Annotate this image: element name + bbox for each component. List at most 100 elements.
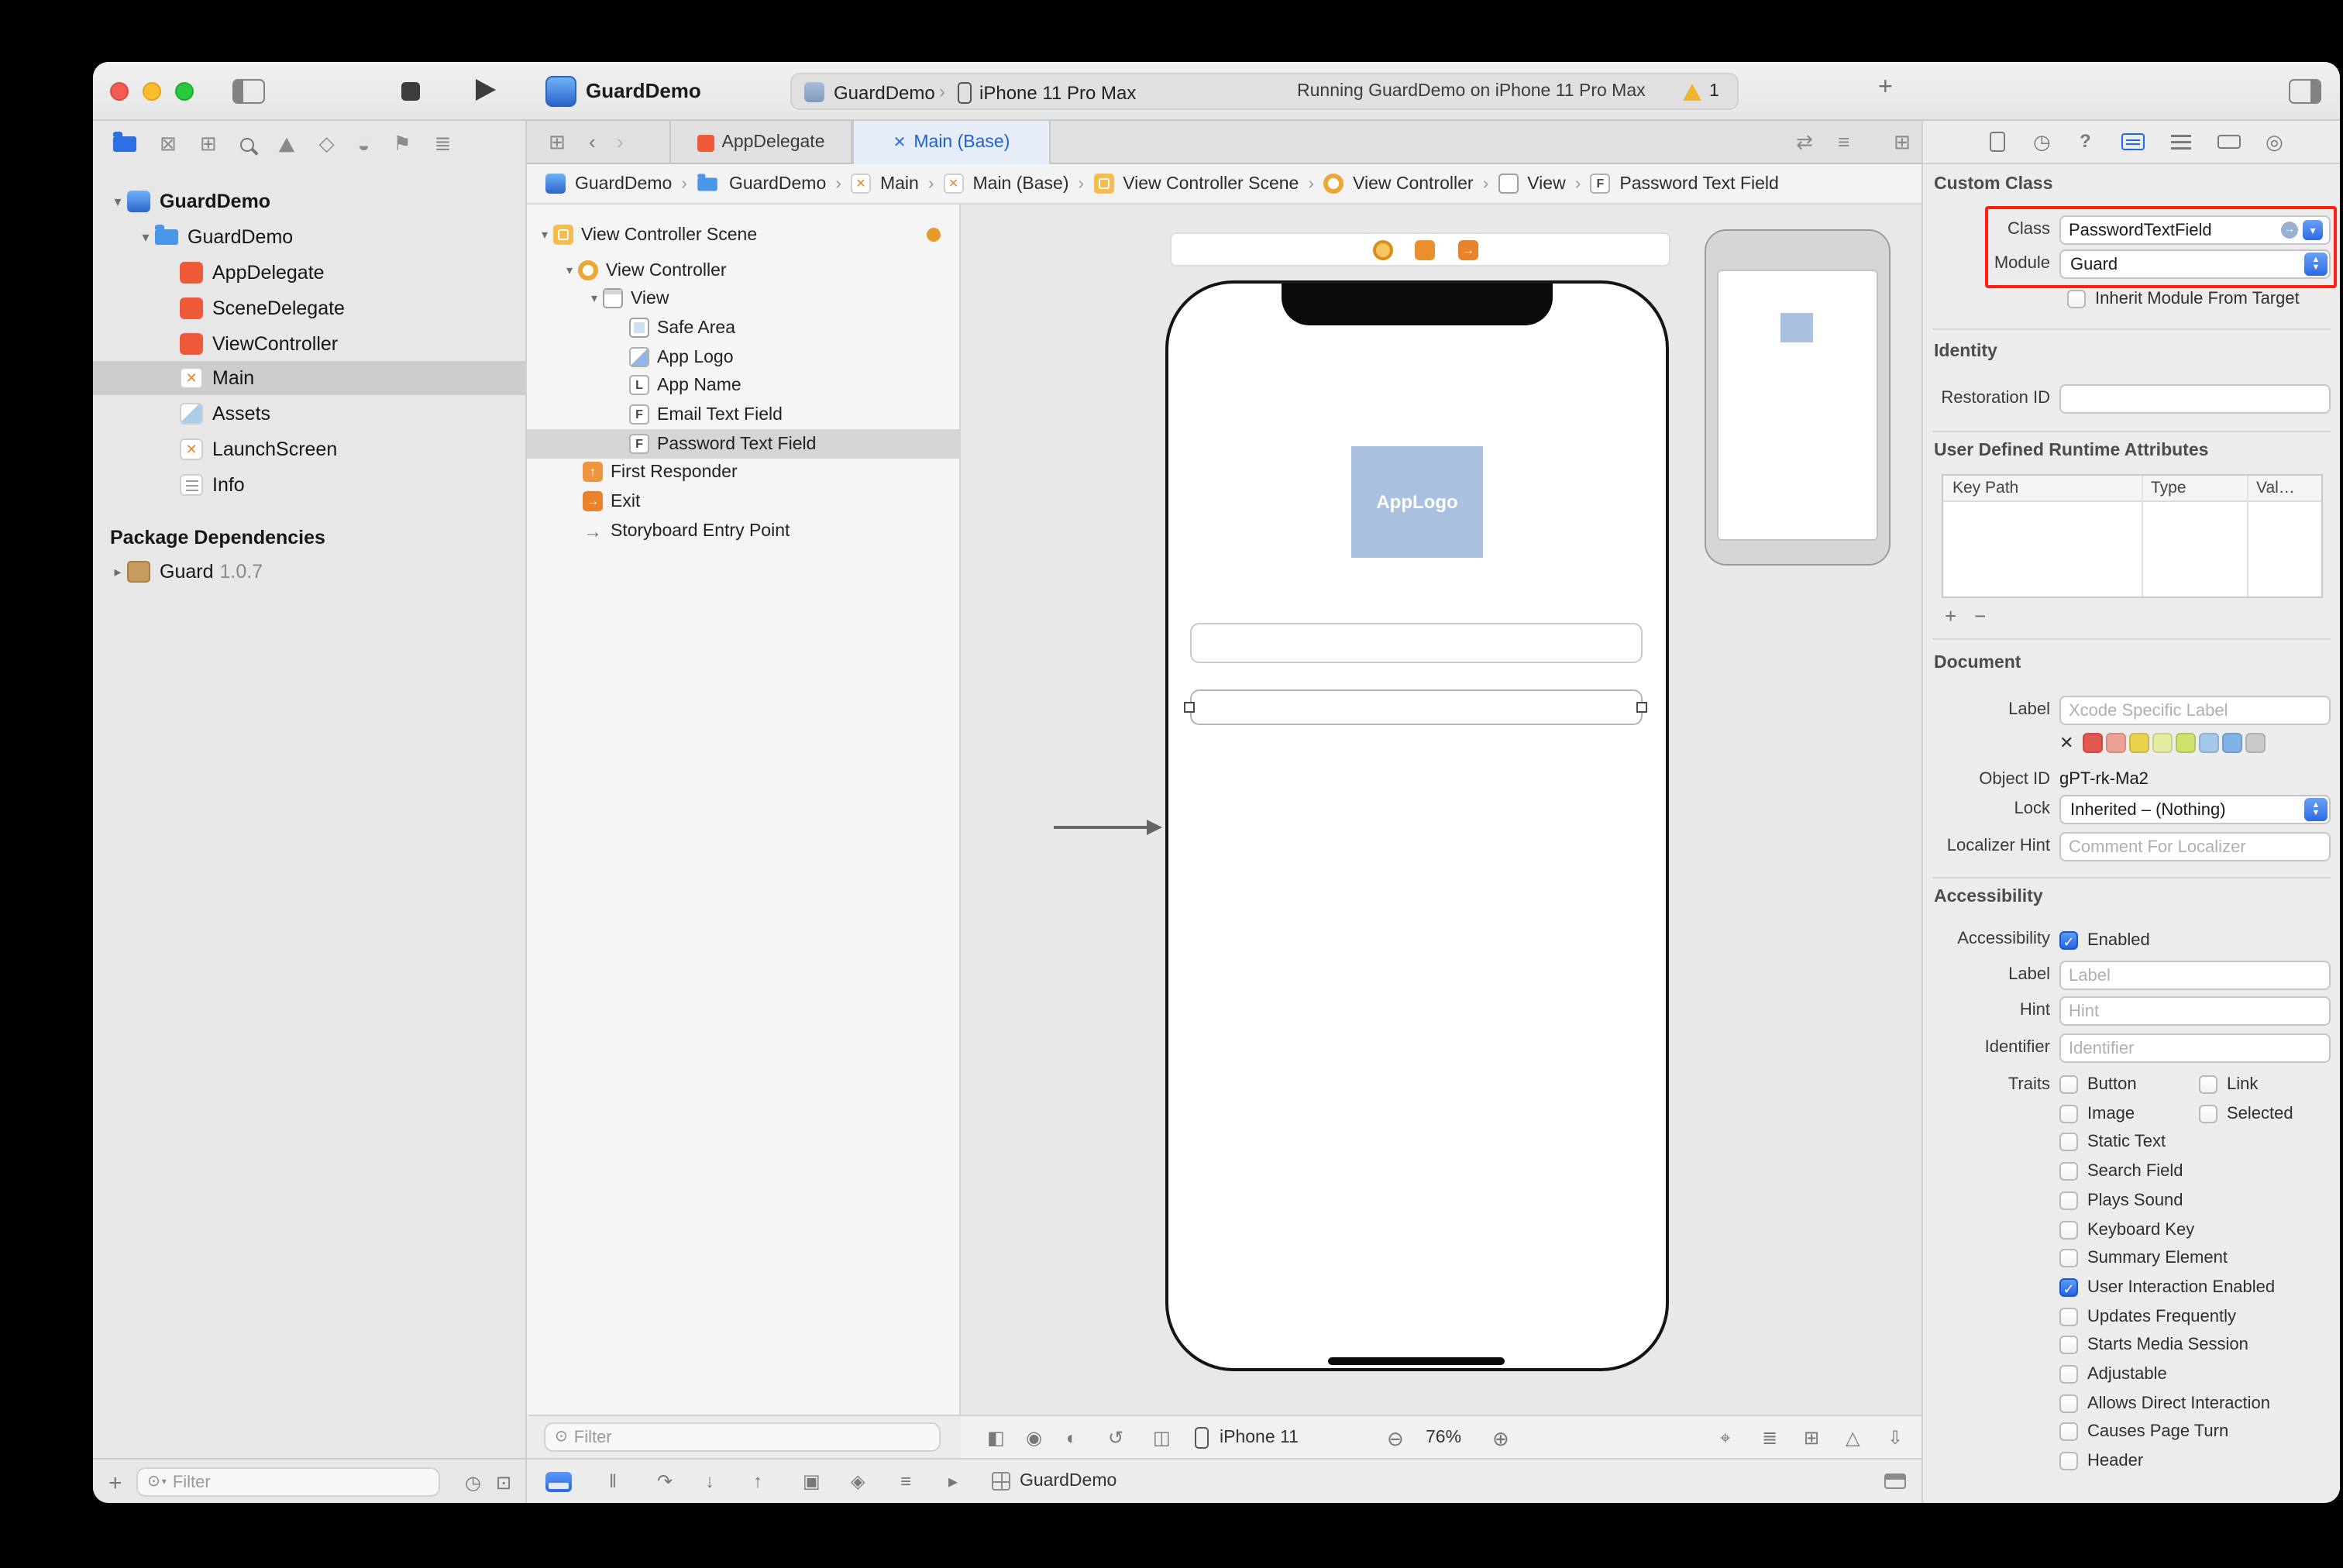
trait-adjustable[interactable]: Adjustable: [2059, 1363, 2167, 1385]
file-row-group[interactable]: ▾ GuardDemo: [93, 220, 525, 254]
email-text-field-view[interactable]: [1190, 623, 1643, 663]
connections-inspector-icon[interactable]: ◎: [2266, 132, 2283, 152]
zoom-window-button[interactable]: [175, 82, 194, 101]
tab-appdelegate[interactable]: AppDelegate: [669, 121, 852, 164]
module-popup[interactable]: Guard ▲▼: [2059, 249, 2331, 279]
disclosure-triangle[interactable]: ▾: [108, 193, 127, 210]
run-destination[interactable]: iPhone 11 Pro Max: [979, 81, 1136, 103]
disclosure-triangle[interactable]: ▾: [586, 291, 603, 305]
package-row-guard[interactable]: ▸ Guard 1.0.7: [93, 555, 525, 589]
file-row-assets[interactable]: Assets: [93, 397, 525, 431]
trait-checkbox[interactable]: [2059, 1075, 2078, 1094]
inherit-module-checkbox[interactable]: [2067, 290, 2086, 308]
adjust-editor-icon[interactable]: ⇄: [1796, 130, 1813, 155]
file-row-project[interactable]: ▾ GuardDemo: [93, 184, 525, 218]
add-attribute-button[interactable]: +: [1945, 606, 1956, 626]
history-inspector-icon[interactable]: ◷: [2033, 132, 2051, 152]
scheme-name[interactable]: GuardDemo: [834, 81, 935, 103]
outline-item-view-controller-scene[interactable]: ▾ View Controller Scene: [527, 220, 959, 249]
minimize-window-button[interactable]: [143, 82, 161, 101]
acc-label-field[interactable]: Label: [2059, 961, 2331, 990]
class-field[interactable]: PasswordTextField → ▾: [2059, 215, 2331, 245]
focus-mode-icon[interactable]: ⌖: [1720, 1427, 1731, 1450]
remove-attribute-button[interactable]: −: [1974, 606, 1986, 626]
trait-checkbox[interactable]: [2059, 1422, 2078, 1441]
trait-static-text[interactable]: Static Text: [2059, 1131, 2166, 1153]
disclosure-triangle[interactable]: ▸: [108, 563, 127, 580]
outline-item-safe-area[interactable]: Safe Area: [527, 313, 959, 342]
selection-handle-right[interactable]: [1636, 702, 1647, 713]
restoration-id-field[interactable]: [2059, 384, 2331, 414]
attributes-inspector-icon[interactable]: [2171, 133, 2191, 150]
doc-color-swatch[interactable]: [2222, 733, 2242, 753]
breadcrumb[interactable]: View Controller Scene: [1123, 174, 1299, 193]
warning-icon[interactable]: [1683, 84, 1701, 101]
outline-item-app-name[interactable]: L App Name: [527, 370, 959, 400]
storyboard-canvas[interactable]: → AppLogo: [961, 205, 1922, 1415]
outline-item-view-controller[interactable]: ▾ View Controller: [527, 256, 959, 285]
trait-header[interactable]: Header: [2059, 1450, 2143, 1472]
update-frames-icon[interactable]: ⇩: [1887, 1427, 1903, 1449]
trait-checkbox[interactable]: [2059, 1105, 2078, 1123]
issue-navigator-icon[interactable]: [278, 137, 294, 152]
file-inspector-icon[interactable]: [1990, 132, 2005, 152]
trait-selected[interactable]: Selected: [2199, 1103, 2293, 1125]
column-value[interactable]: Val…: [2256, 479, 2295, 497]
disclosure-triangle[interactable]: ▾: [561, 263, 578, 277]
breadcrumb[interactable]: View: [1527, 174, 1565, 193]
trait-updates-frequently[interactable]: Updates Frequently: [2059, 1306, 2236, 1328]
debug-target-label[interactable]: GuardDemo: [1020, 1472, 1116, 1491]
scene-badge[interactable]: [927, 228, 941, 242]
trait-keyboard-key[interactable]: Keyboard Key: [2059, 1219, 2194, 1241]
memory-graph-icon[interactable]: ◈: [851, 1470, 865, 1492]
trait-plays-sound[interactable]: Plays Sound: [2059, 1190, 2183, 1212]
entry-point-arrow[interactable]: [1054, 826, 1147, 829]
lock-popup[interactable]: Inherited – (Nothing) ▲▼: [2059, 795, 2331, 824]
step-out-icon[interactable]: ↑: [753, 1470, 762, 1492]
run-button[interactable]: [476, 79, 496, 101]
pause-button[interactable]: ‖: [609, 1470, 617, 1492]
tab-main-base[interactable]: ✕ Main (Base): [852, 121, 1051, 164]
trait-causes-page-turn[interactable]: Causes Page Turn: [2059, 1421, 2228, 1442]
go-forward-icon[interactable]: ›: [617, 130, 624, 153]
step-into-icon[interactable]: ↓: [705, 1470, 714, 1492]
enabled-checkbox[interactable]: [2059, 931, 2078, 950]
inherit-module-checkbox-row[interactable]: Inherit Module From Target: [2067, 288, 2300, 310]
console-window-icon[interactable]: [1884, 1473, 1906, 1489]
view-hierarchy-icon[interactable]: ▣: [803, 1470, 821, 1492]
class-jump-icon[interactable]: →: [2281, 222, 2298, 239]
localizer-hint-field[interactable]: Comment For Localizer: [2059, 832, 2331, 861]
toggle-debug-area-button[interactable]: [545, 1472, 572, 1492]
trait-checkbox[interactable]: [2059, 1133, 2078, 1151]
warning-count[interactable]: 1: [1709, 81, 1719, 100]
file-row-appdelegate[interactable]: AppDelegate: [93, 256, 525, 290]
outline-item-email-text-field[interactable]: F Email Text Field: [527, 400, 959, 429]
trait-checkbox[interactable]: [2059, 1336, 2078, 1354]
doc-color-swatch[interactable]: [2106, 733, 2126, 753]
breadcrumb[interactable]: Password Text Field: [1619, 174, 1778, 193]
file-row-scenedelegate[interactable]: SceneDelegate: [93, 291, 525, 325]
stop-button[interactable]: [401, 82, 420, 101]
runtime-attributes-table[interactable]: Key Path Type Val…: [1942, 474, 2323, 598]
doc-color-swatch[interactable]: [2199, 733, 2219, 753]
doc-color-swatch[interactable]: [2083, 733, 2103, 753]
appearance-icon[interactable]: ◐: [1066, 1427, 1078, 1449]
acc-hint-field[interactable]: Hint: [2059, 996, 2331, 1026]
quick-help-inspector-icon[interactable]: ?: [2080, 132, 2091, 152]
device-bar-label[interactable]: iPhone 11: [1220, 1428, 1299, 1446]
step-over-icon[interactable]: ↷: [657, 1470, 673, 1492]
zoom-out-icon[interactable]: ⊖: [1387, 1427, 1404, 1452]
trait-checkbox[interactable]: [2059, 1162, 2078, 1181]
find-navigator-icon[interactable]: [240, 137, 254, 151]
symbol-navigator-icon[interactable]: ⊞: [200, 132, 217, 156]
device-bar-icon[interactable]: [1195, 1427, 1209, 1449]
class-dropdown-icon[interactable]: ▾: [2303, 220, 2323, 240]
acc-identifier-field[interactable]: Identifier: [2059, 1033, 2331, 1063]
file-row-viewcontroller[interactable]: ViewController: [93, 327, 525, 361]
outline-item-entry-point[interactable]: → Storyboard Entry Point: [527, 516, 959, 545]
accessibility-enabled-row[interactable]: Enabled: [2059, 930, 2150, 951]
trait-checkbox[interactable]: [2059, 1221, 2078, 1240]
trait-checkbox[interactable]: [2199, 1105, 2217, 1123]
go-back-icon[interactable]: ‹: [589, 130, 596, 153]
adaptation-icon[interactable]: ◫: [1153, 1427, 1171, 1449]
